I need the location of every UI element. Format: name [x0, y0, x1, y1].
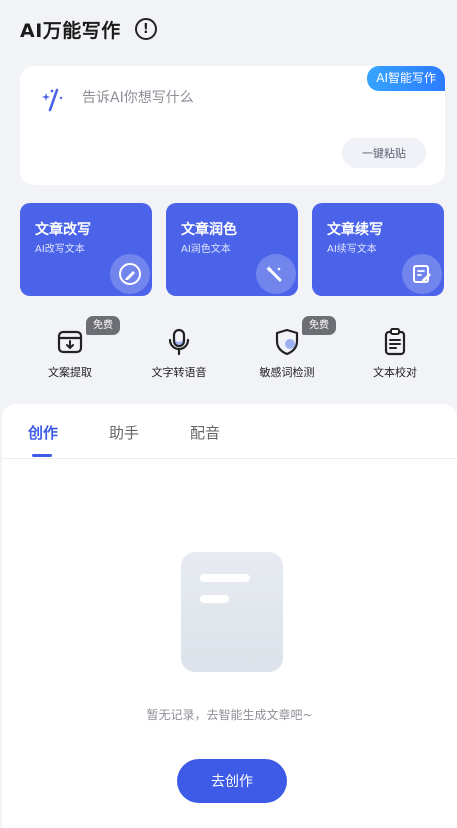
header: AI万能写作 !	[20, 14, 157, 44]
prompt-input[interactable]: 告诉AI你想写什么	[82, 87, 194, 107]
tab-dubbing[interactable]: 配音	[190, 422, 220, 443]
pen-edit-icon	[110, 254, 150, 294]
feature-subtitle: AI改写文本	[35, 244, 85, 255]
tab-create[interactable]: 创作	[28, 422, 58, 443]
go-create-button[interactable]: 去创作	[177, 759, 287, 803]
tool-text-proofread[interactable]: 文本校对	[355, 322, 435, 384]
tool-label: 敏感词检测	[259, 366, 315, 379]
download-box-icon	[57, 330, 83, 354]
page-title: AI万能写作	[20, 19, 121, 42]
microphone-icon	[168, 328, 190, 356]
paste-button[interactable]: 一键粘贴	[342, 138, 426, 168]
empty-state-message: 暂无记录，去智能生成文章吧~	[146, 708, 313, 722]
sparkle-icon	[42, 88, 63, 112]
note-edit-icon	[402, 254, 442, 294]
empty-document-illustration	[181, 552, 283, 672]
free-badge: 免费	[302, 316, 336, 335]
info-icon[interactable]: !	[134, 18, 157, 40]
feature-subtitle: AI润色文本	[181, 244, 231, 255]
clipboard-icon	[384, 328, 406, 356]
prompt-card[interactable]: AI智能写作 告诉AI你想写什么 一键粘贴	[20, 66, 445, 185]
feature-title: 文章润色	[181, 222, 237, 238]
tool-label: 文字转语音	[151, 366, 207, 379]
tool-text-to-speech[interactable]: 文字转语音	[139, 322, 219, 384]
feature-title: 文章改写	[35, 222, 91, 238]
shield-icon	[275, 328, 299, 356]
feature-title: 文章续写	[327, 222, 383, 238]
tab-bar: 创作 助手 配音	[2, 404, 457, 459]
free-badge: 免费	[86, 316, 120, 335]
feature-card-rewrite[interactable]: 文章改写 AI改写文本	[20, 203, 152, 296]
feature-card-continue[interactable]: 文章续写 AI续写文本	[312, 203, 444, 296]
feature-card-polish[interactable]: 文章润色 AI润色文本	[166, 203, 298, 296]
tab-indicator	[32, 454, 52, 457]
ai-writing-badge: AI智能写作	[367, 66, 445, 91]
magic-wand-icon	[256, 254, 296, 294]
history-panel: 创作 助手 配音 暂无记录，去智能生成文章吧~ 去创作	[2, 404, 457, 828]
tab-assistant[interactable]: 助手	[109, 422, 139, 443]
tool-label: 文案提取	[48, 366, 92, 379]
feature-subtitle: AI续写文本	[327, 244, 377, 255]
tool-label: 文本校对	[373, 366, 417, 379]
